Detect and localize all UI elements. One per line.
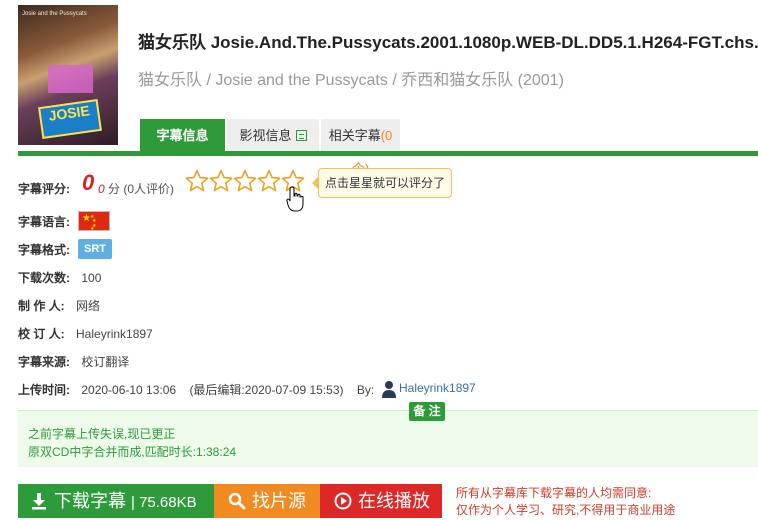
note-line-2: 原双CD中字合并而成,匹配时长:1:38:24 bbox=[28, 445, 237, 459]
producer-value: 网络 bbox=[76, 299, 101, 313]
disclaimer-line-1: 所有从字幕库下载字幕的人均需同意: bbox=[456, 486, 652, 500]
page-title: 猫女乐队 Josie.And.The.Pussycats.2001.1080p.… bbox=[138, 33, 758, 52]
downloads-label: 下载次数: bbox=[18, 271, 70, 285]
find-label: 找片源 bbox=[252, 491, 306, 511]
rating-row: 字幕评分: bbox=[18, 180, 70, 197]
download-label: 下载字幕 bbox=[54, 491, 126, 511]
producer-label: 制 作 人: bbox=[18, 299, 65, 313]
by-label: By: bbox=[356, 383, 375, 397]
star-icon[interactable] bbox=[233, 169, 257, 193]
disclaimer-line-2: 仅作为个人学习、研究,不得用于商业用途 bbox=[456, 503, 676, 517]
play-icon bbox=[334, 492, 352, 510]
tab-movie-info[interactable]: 影视信息 bbox=[227, 119, 319, 152]
note-line-1: 之前字幕上传失误,现已更正 bbox=[28, 427, 176, 441]
tab-related-subtitles[interactable]: 相关字幕(0个) bbox=[321, 119, 400, 176]
movie-subtitle: 猫女乐队 / Josie and the Pussycats / 乔西和猫女乐队… bbox=[138, 72, 564, 89]
tab-label: 字幕信息 bbox=[156, 128, 209, 143]
download-subtitle-button[interactable]: 下载字幕 | 75.68KB bbox=[18, 484, 214, 518]
tab-label: 相关字幕 bbox=[328, 128, 381, 143]
proofreader-row: 校 订 人: Haleyrink1897 bbox=[18, 325, 153, 342]
source-row: 字幕来源: 校订翻译 bbox=[18, 353, 129, 370]
upload-row: 上传时间: 2020-06-10 13:06 (最后编辑:2020-07-09 … bbox=[18, 381, 374, 398]
edited-time: (最后编辑:2020-07-09 15:53) bbox=[189, 383, 344, 397]
rating-unit: 分 bbox=[108, 182, 121, 196]
rating-detail: 0 分 (0人评价) bbox=[98, 180, 174, 197]
find-source-button[interactable]: 找片源 bbox=[214, 484, 320, 518]
search-icon bbox=[228, 492, 246, 510]
rating-score-small: 0 bbox=[98, 182, 105, 196]
star-icon[interactable] bbox=[257, 169, 281, 193]
user-avatar-icon[interactable] bbox=[381, 380, 397, 398]
china-flag-icon: ★ ★ ★ ★ ★ bbox=[78, 211, 110, 232]
poster-logo: JOSIE bbox=[38, 98, 102, 140]
source-value: 校订翻译 bbox=[81, 355, 130, 369]
producer-row: 制 作 人: 网络 bbox=[18, 297, 100, 314]
tab-label: 影视信息 bbox=[239, 128, 292, 143]
download-size: | 75.68KB bbox=[131, 494, 197, 511]
rating-score-big: 0 bbox=[82, 170, 95, 195]
star-icon[interactable] bbox=[185, 169, 209, 193]
language-row: 字幕语言: bbox=[18, 213, 70, 230]
tab-subtitle-info[interactable]: 字幕信息 bbox=[140, 119, 225, 152]
source-label: 字幕来源: bbox=[18, 355, 70, 369]
language-label: 字幕语言: bbox=[18, 215, 70, 229]
format-label: 字幕格式: bbox=[18, 243, 70, 257]
film-info-icon bbox=[295, 130, 307, 141]
play-online-button[interactable]: 在线播放 bbox=[320, 484, 442, 518]
uploader-link[interactable]: Haleyrink1897 bbox=[399, 381, 476, 395]
proofreader-label: 校 订 人: bbox=[18, 327, 65, 341]
rating-tooltip: 点击星星就可以评分了 bbox=[311, 168, 453, 198]
play-label: 在线播放 bbox=[358, 491, 430, 511]
format-row: 字幕格式: bbox=[18, 241, 70, 258]
star-icon[interactable] bbox=[209, 169, 233, 193]
proofreader-value: Haleyrink1897 bbox=[76, 327, 153, 341]
hand-cursor-icon bbox=[286, 186, 304, 212]
format-badge: SRT bbox=[78, 239, 112, 259]
movie-poster[interactable]: Josie and the Pussycats JOSIE bbox=[18, 5, 118, 145]
upload-label: 上传时间: bbox=[18, 383, 70, 397]
downloads-value: 100 bbox=[81, 271, 102, 285]
tab-underline bbox=[18, 151, 758, 156]
rating-label: 字幕评分: bbox=[18, 182, 70, 196]
note-badge: 备 注 bbox=[409, 402, 445, 421]
poster-top-text: Josie and the Pussycats bbox=[22, 11, 87, 17]
download-icon bbox=[32, 493, 46, 510]
upload-time: 2020-06-10 13:06 bbox=[81, 383, 177, 397]
downloads-row: 下载次数: 100 bbox=[18, 269, 101, 286]
rating-reviews: (0人评价) bbox=[123, 182, 175, 196]
poster-figure bbox=[48, 65, 93, 93]
